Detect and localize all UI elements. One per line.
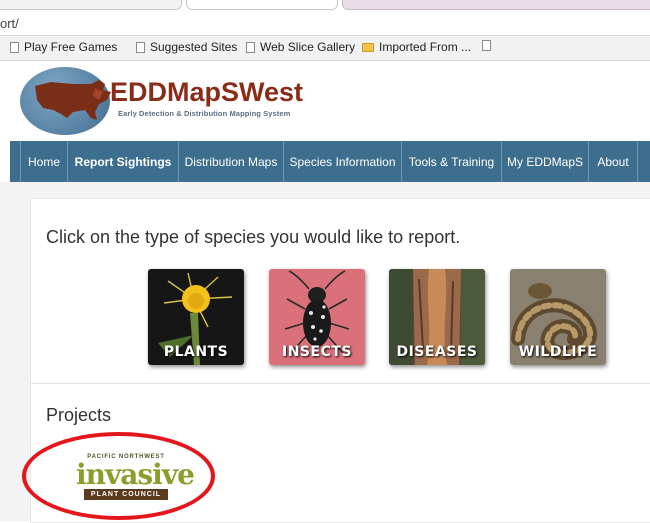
site-logo-title[interactable]: EDDMapSWest — [110, 77, 303, 108]
highlight-annotation-oval — [22, 432, 215, 520]
browser-tab[interactable] — [342, 0, 650, 10]
species-card-wildlife[interactable]: Wildlife — [510, 269, 606, 365]
bookmarks-bar: Play Free Games Suggested Sites Web Slic… — [0, 36, 650, 61]
species-card-plants[interactable]: Plants — [148, 269, 244, 365]
bookmark-play-free-games[interactable]: Play Free Games — [10, 40, 117, 54]
usa-map-icon — [35, 80, 111, 120]
bookmark-label: Play Free Games — [24, 40, 118, 54]
browser-tab-active[interactable] — [186, 0, 338, 10]
page-icon — [136, 41, 145, 53]
bookmark-label: Web Slice Gallery — [260, 40, 356, 54]
projects-heading: Projects — [46, 405, 112, 425]
nav-distribution-maps[interactable]: Distribution Maps — [178, 141, 283, 182]
bookmark-imported-from[interactable]: Imported From ... — [362, 40, 471, 54]
page-icon — [246, 41, 255, 53]
nav-home[interactable]: Home — [20, 141, 67, 182]
browser-tab[interactable] — [0, 0, 182, 10]
site-header: EDDMapSWest Early Detection & Distributi… — [0, 61, 650, 141]
report-prompt: Click on the type of species you would l… — [46, 227, 461, 247]
main-navigation: Home Report Sightings Distribution Maps … — [10, 141, 650, 182]
nav-species-information[interactable]: Species Information — [283, 141, 401, 182]
browser-tab-strip — [0, 0, 650, 12]
species-label-wildlife: Wildlife — [518, 344, 598, 360]
species-label-insects: Insects — [282, 344, 352, 360]
bookmark-untitled[interactable] — [482, 40, 496, 51]
species-card-diseases[interactable]: Diseases — [389, 269, 485, 365]
bookmark-suggested-sites[interactable]: Suggested Sites — [136, 40, 237, 54]
nav-tools-training[interactable]: Tools & Training — [401, 141, 501, 182]
site-logo-subtitle: Early Detection & Distribution Mapping S… — [118, 109, 291, 118]
species-label-plants: Plants — [163, 344, 229, 360]
nav-report-sightings[interactable]: Report Sightings — [67, 141, 178, 182]
bookmark-label: Imported From ... — [379, 40, 472, 54]
address-bar[interactable]: ort/ — [0, 12, 650, 36]
address-text[interactable]: ort/ — [0, 16, 19, 31]
bookmark-label: Suggested Sites — [150, 40, 238, 54]
nav-overflow[interactable] — [637, 141, 650, 182]
bookmark-web-slice-gallery[interactable]: Web Slice Gallery — [246, 40, 355, 54]
nav-my-eddmaps[interactable]: My EDDMapS — [501, 141, 588, 182]
page-icon — [482, 40, 491, 51]
page-icon — [10, 41, 19, 53]
nav-about[interactable]: About — [588, 141, 637, 182]
section-divider — [31, 383, 650, 384]
species-card-insects[interactable]: Insects — [269, 269, 365, 365]
species-label-diseases: Diseases — [396, 344, 478, 360]
folder-icon — [362, 42, 374, 52]
